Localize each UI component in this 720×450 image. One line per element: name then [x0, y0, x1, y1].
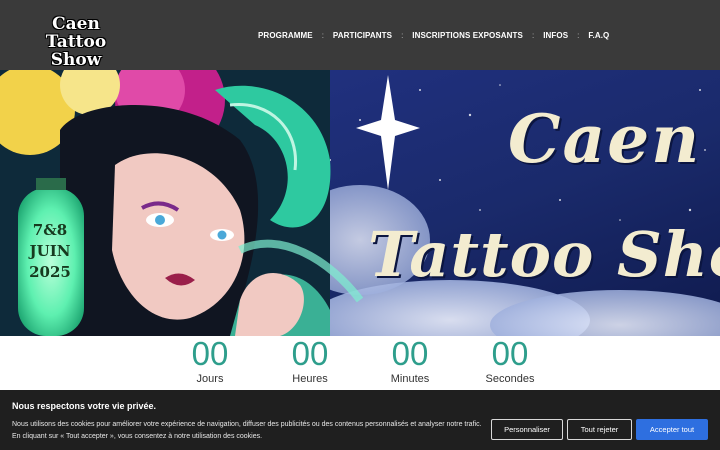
countdown-days: 00 Jours [175, 336, 245, 386]
hero-banner: Caen Tattoo Show 7&8 JUIN 2025 [0, 70, 720, 336]
logo-line-1: Caen Tattoo [45, 14, 107, 52]
accept-all-button[interactable]: Accepter tout [636, 419, 708, 440]
countdown-minutes-label: Minutes [390, 373, 430, 385]
cookie-text-line-1: Nous utilisons des cookies pour améliore… [12, 421, 482, 428]
site-logo[interactable]: Caen Tattoo Show [20, 15, 132, 69]
countdown-seconds: 00 Secondes [475, 336, 545, 386]
countdown-days-label: Jours [196, 373, 224, 385]
main-nav: PROGRAMME : PARTICIPANTS : INSCRIPTIONS … [258, 28, 609, 42]
lantern-line-2: JUIN [29, 242, 71, 260]
countdown-days-value: 00 [191, 335, 229, 372]
logo-line-2: Show [50, 50, 102, 70]
nav-item-inscriptions-exposants[interactable]: INSCRIPTIONS EXPOSANTS [412, 31, 523, 40]
nav-item-programme[interactable]: PROGRAMME [258, 31, 313, 40]
lantern-line-3: 2025 [29, 263, 71, 281]
countdown-seconds-label: Secondes [485, 373, 535, 385]
nav-separator: : [321, 30, 324, 40]
cookie-text-line-2: En cliquant sur « Tout accepter », vous … [12, 433, 263, 440]
lantern-dates: 7&8 JUIN 2025 [18, 220, 82, 283]
page: Caen Tattoo Show PROGRAMME : PARTICIPANT… [0, 0, 720, 450]
nav-separator: : [401, 30, 404, 40]
hero-title-caen: Caen [508, 100, 702, 178]
countdown-minutes-value: 00 [391, 335, 429, 372]
lantern-line-1: 7&8 [32, 221, 68, 239]
cookie-banner: Nous respectons votre vie privée. Nous u… [0, 390, 720, 450]
countdown-seconds-value: 00 [491, 335, 529, 372]
nav-item-faq[interactable]: F.A.Q [588, 31, 609, 40]
nav-separator: : [531, 30, 535, 40]
nav-item-infos[interactable]: INFOS [543, 31, 568, 40]
countdown-hours: 00 Heures [275, 336, 345, 386]
reject-all-button[interactable]: Tout rejeter [567, 419, 632, 440]
countdown: 00 Jours 00 Heures 00 Minutes 00 Seconde… [0, 336, 720, 390]
site-header: Caen Tattoo Show PROGRAMME : PARTICIPANT… [0, 0, 720, 70]
countdown-minutes: 00 Minutes [375, 336, 445, 386]
nav-item-participants[interactable]: PARTICIPANTS [333, 31, 392, 40]
cookie-text: Nous utilisons des cookies pour améliore… [12, 419, 492, 443]
countdown-hours-label: Heures [292, 373, 328, 385]
countdown-hours-value: 00 [291, 335, 329, 372]
cookie-title: Nous respectons votre vie privée. [12, 401, 157, 411]
customize-button[interactable]: Personnaliser [491, 419, 563, 440]
nav-separator: : [577, 30, 580, 40]
hero-title-tattoo-show: Tattoo Show [368, 218, 720, 291]
